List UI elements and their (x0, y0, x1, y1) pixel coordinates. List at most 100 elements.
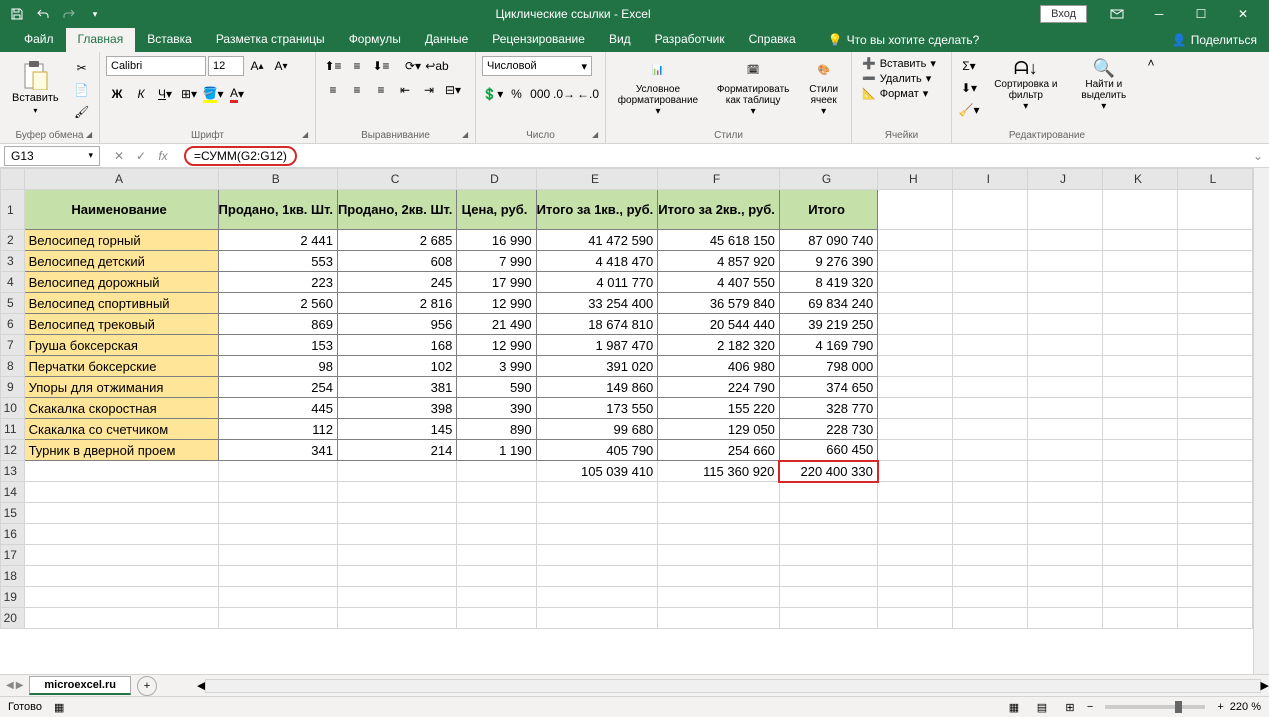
cell[interactable] (457, 566, 536, 587)
cell[interactable] (1102, 272, 1177, 293)
cell[interactable] (953, 377, 1028, 398)
orientation-icon[interactable]: ⟳▾ (402, 56, 424, 76)
zoom-in-icon[interactable]: + (1217, 701, 1223, 713)
cell[interactable] (1102, 566, 1177, 587)
cell[interactable]: 341 (218, 440, 337, 461)
cell[interactable] (1178, 190, 1253, 230)
cell[interactable] (658, 587, 780, 608)
fill-color-button[interactable]: 🪣▾ (202, 84, 224, 104)
cell[interactable]: 2 816 (337, 293, 456, 314)
cell[interactable] (1102, 230, 1177, 251)
add-sheet-button[interactable]: + (137, 676, 157, 696)
align-right-icon[interactable]: ≡ (370, 80, 392, 100)
cell[interactable] (953, 230, 1028, 251)
percent-icon[interactable]: % (506, 84, 528, 104)
paste-button[interactable]: Вставить▾ (6, 56, 65, 139)
cut-button[interactable]: ✂ (71, 58, 93, 78)
cell[interactable] (218, 587, 337, 608)
cell[interactable]: 98 (218, 356, 337, 377)
cell[interactable]: 1 190 (457, 440, 536, 461)
cell[interactable]: Груша боксерская (24, 335, 218, 356)
cell[interactable] (1178, 377, 1253, 398)
cell[interactable]: 7 990 (457, 251, 536, 272)
cell[interactable]: 153 (218, 335, 337, 356)
cell[interactable] (658, 482, 780, 503)
row-header[interactable]: 11 (1, 419, 25, 440)
tab-review[interactable]: Рецензирование (480, 28, 597, 52)
cell[interactable] (953, 440, 1028, 461)
cell[interactable] (457, 587, 536, 608)
cell[interactable]: Велосипед дорожный (24, 272, 218, 293)
cell[interactable] (779, 587, 877, 608)
cell[interactable] (1028, 608, 1103, 629)
cell[interactable]: 149 860 (536, 377, 658, 398)
cell[interactable]: 102 (337, 356, 456, 377)
cell[interactable] (1028, 230, 1103, 251)
cell[interactable] (1028, 377, 1103, 398)
cell[interactable] (337, 524, 456, 545)
tab-file[interactable]: Файл (12, 28, 66, 52)
cell[interactable] (779, 545, 877, 566)
cell[interactable] (1028, 398, 1103, 419)
cancel-formula-icon[interactable]: ✕ (110, 147, 128, 165)
row-header[interactable]: 20 (1, 608, 25, 629)
cell[interactable] (1102, 587, 1177, 608)
enter-formula-icon[interactable]: ✓ (132, 147, 150, 165)
tab-page-layout[interactable]: Разметка страницы (204, 28, 337, 52)
expand-formula-bar-icon[interactable]: ⌄ (1247, 149, 1269, 163)
cell[interactable]: 245 (337, 272, 456, 293)
cell[interactable] (536, 608, 658, 629)
cell[interactable] (953, 587, 1028, 608)
row-header[interactable]: 8 (1, 356, 25, 377)
cell[interactable] (1028, 524, 1103, 545)
font-color-button[interactable]: A▾ (226, 84, 248, 104)
cell[interactable]: Велосипед трековый (24, 314, 218, 335)
cell[interactable] (878, 524, 953, 545)
cell[interactable] (878, 461, 953, 482)
dialog-launcher-icon[interactable]: ◢ (462, 130, 472, 140)
cell[interactable] (953, 398, 1028, 419)
tab-data[interactable]: Данные (413, 28, 480, 52)
cell[interactable] (878, 440, 953, 461)
cell[interactable]: 8 419 320 (779, 272, 877, 293)
cell[interactable] (878, 356, 953, 377)
cell[interactable] (878, 230, 953, 251)
row-header[interactable]: 6 (1, 314, 25, 335)
row-header[interactable]: 4 (1, 272, 25, 293)
cell[interactable] (536, 545, 658, 566)
border-button[interactable]: ⊞▾ (178, 84, 200, 104)
cell[interactable] (1102, 377, 1177, 398)
format-as-table-button[interactable]: 🗓 Форматировать как таблицу▾ (710, 56, 796, 139)
cell[interactable]: 214 (337, 440, 456, 461)
cell[interactable] (1028, 440, 1103, 461)
cell[interactable] (779, 566, 877, 587)
number-format-combo[interactable]: Числовой▾ (482, 56, 592, 76)
cell[interactable]: 45 618 150 (658, 230, 780, 251)
cell[interactable]: 956 (337, 314, 456, 335)
share-button[interactable]: 👤Поделиться (1160, 28, 1269, 52)
cell[interactable] (878, 398, 953, 419)
cell[interactable]: 33 254 400 (536, 293, 658, 314)
align-left-icon[interactable]: ≡ (322, 80, 344, 100)
tab-help[interactable]: Справка (737, 28, 808, 52)
col-header[interactable]: L (1178, 169, 1253, 190)
cell[interactable] (953, 251, 1028, 272)
cell[interactable]: 129 050 (658, 419, 780, 440)
font-size-combo[interactable] (208, 56, 244, 76)
cell[interactable] (1102, 419, 1177, 440)
cell[interactable] (337, 608, 456, 629)
cell[interactable] (658, 566, 780, 587)
decrease-indent-icon[interactable]: ⇤ (394, 80, 416, 100)
align-middle-icon[interactable]: ≡ (346, 56, 368, 76)
cell[interactable] (1178, 419, 1253, 440)
cell[interactable]: 660 450 (779, 440, 877, 461)
macro-record-icon[interactable]: ▦ (54, 701, 64, 714)
cell[interactable] (658, 545, 780, 566)
table-header-cell[interactable]: Итого (779, 190, 877, 230)
cell[interactable]: 115 360 920 (658, 461, 780, 482)
cell[interactable]: 16 990 (457, 230, 536, 251)
cell[interactable] (1178, 293, 1253, 314)
cell[interactable]: 3 990 (457, 356, 536, 377)
autosum-icon[interactable]: Σ▾ (958, 56, 980, 76)
cell[interactable]: 391 020 (536, 356, 658, 377)
